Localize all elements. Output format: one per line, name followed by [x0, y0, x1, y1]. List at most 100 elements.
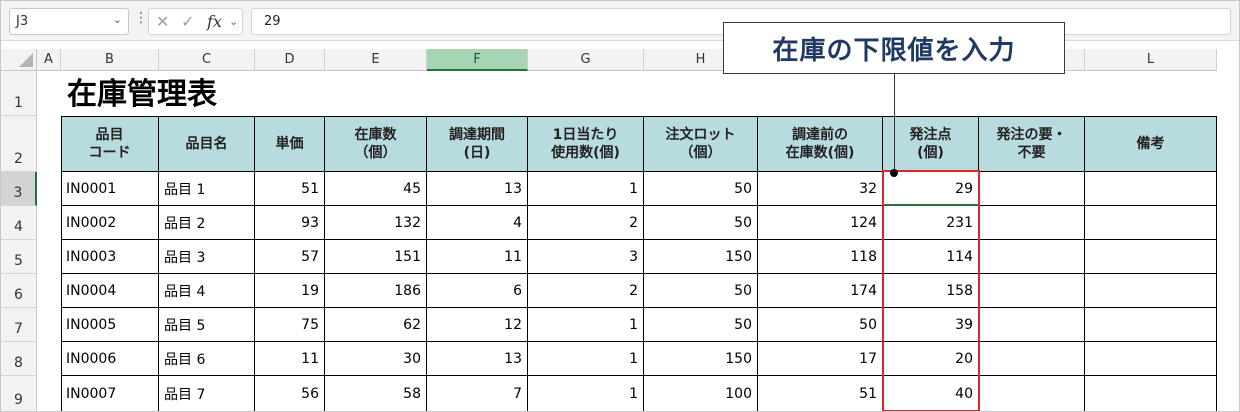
- table-cell[interactable]: 93: [255, 206, 325, 240]
- table-cell[interactable]: 124: [758, 206, 883, 240]
- table-cell[interactable]: 13: [427, 172, 528, 206]
- table-cell[interactable]: 231: [883, 206, 979, 240]
- table-cell[interactable]: 40: [883, 376, 979, 411]
- table-cell[interactable]: 品目 6: [159, 342, 255, 376]
- table-cell[interactable]: 186: [325, 274, 427, 308]
- row-header-1[interactable]: 1: [1, 71, 37, 116]
- table-cell[interactable]: 132: [325, 206, 427, 240]
- insert-function-icon[interactable]: fx: [207, 12, 222, 31]
- table-cell[interactable]: 57: [255, 240, 325, 274]
- table-cell[interactable]: 品目 2: [159, 206, 255, 240]
- table-cell[interactable]: 品目 5: [159, 308, 255, 342]
- table-header-cell[interactable]: 発注の要・ 不要: [979, 116, 1085, 172]
- table-cell[interactable]: 174: [758, 274, 883, 308]
- table-cell[interactable]: 50: [644, 274, 758, 308]
- row-header-9[interactable]: 9: [1, 376, 37, 411]
- table-cell[interactable]: 品目 1: [159, 172, 255, 206]
- table-header-cell[interactable]: 品目名: [159, 116, 255, 172]
- table-header-cell[interactable]: 調達前の 在庫数(個): [758, 116, 883, 172]
- table-cell[interactable]: 100: [644, 376, 758, 411]
- table-header-cell[interactable]: 1日当たり 使用数(個): [528, 116, 644, 172]
- table-cell[interactable]: 1: [528, 172, 644, 206]
- table-header-cell[interactable]: 備考: [1085, 116, 1217, 172]
- table-cell[interactable]: 3: [528, 240, 644, 274]
- table-header-cell[interactable]: 在庫数 （個）: [325, 116, 427, 172]
- table-cell[interactable]: 50: [644, 308, 758, 342]
- table-cell[interactable]: 51: [255, 172, 325, 206]
- row-header-8[interactable]: 8: [1, 342, 37, 376]
- table-cell[interactable]: 品目 4: [159, 274, 255, 308]
- table-header-cell[interactable]: 発注点 (個): [883, 116, 979, 172]
- confirm-icon[interactable]: ✓: [181, 12, 194, 31]
- table-cell[interactable]: 75: [255, 308, 325, 342]
- table-cell[interactable]: 51: [758, 376, 883, 411]
- table-cell[interactable]: 158: [883, 274, 979, 308]
- table-cell[interactable]: 13: [427, 342, 528, 376]
- table-cell[interactable]: 58: [325, 376, 427, 411]
- column-header-c[interactable]: C: [159, 49, 255, 71]
- column-header-e[interactable]: E: [325, 49, 427, 71]
- column-header-g[interactable]: G: [528, 49, 644, 71]
- table-cell[interactable]: 62: [325, 308, 427, 342]
- table-cell[interactable]: 6: [427, 274, 528, 308]
- table-cell[interactable]: 7: [427, 376, 528, 411]
- table-cell[interactable]: [1085, 376, 1217, 411]
- column-header-b[interactable]: B: [61, 49, 159, 71]
- column-header-d[interactable]: D: [255, 49, 325, 71]
- table-cell[interactable]: 2: [528, 206, 644, 240]
- table-cell[interactable]: [979, 240, 1085, 274]
- table-cell[interactable]: [1085, 206, 1217, 240]
- table-cell[interactable]: 45: [325, 172, 427, 206]
- table-cell[interactable]: [979, 342, 1085, 376]
- table-cell[interactable]: 1: [528, 376, 644, 411]
- table-cell[interactable]: 29: [883, 172, 979, 206]
- table-cell[interactable]: 1: [528, 342, 644, 376]
- table-cell[interactable]: [979, 376, 1085, 411]
- table-cell[interactable]: 品目 7: [159, 376, 255, 411]
- table-cell[interactable]: 20: [883, 342, 979, 376]
- table-cell[interactable]: 2: [528, 274, 644, 308]
- table-cell[interactable]: IN0002: [61, 206, 159, 240]
- table-cell[interactable]: 品目 3: [159, 240, 255, 274]
- column-header-l[interactable]: L: [1085, 49, 1217, 71]
- table-cell[interactable]: [1085, 172, 1217, 206]
- row-header-3[interactable]: 3: [1, 172, 37, 206]
- table-cell[interactable]: [979, 172, 1085, 206]
- table-cell[interactable]: IN0006: [61, 342, 159, 376]
- chevron-down-icon[interactable]: ⌄: [113, 13, 122, 26]
- table-cell[interactable]: [1085, 308, 1217, 342]
- table-cell[interactable]: IN0003: [61, 240, 159, 274]
- table-cell[interactable]: 39: [883, 308, 979, 342]
- table-header-cell[interactable]: 単価: [255, 116, 325, 172]
- chevron-down-icon[interactable]: ⌄: [229, 15, 238, 28]
- table-cell[interactable]: 19: [255, 274, 325, 308]
- table-cell[interactable]: 50: [644, 206, 758, 240]
- name-box[interactable]: J3 ⌄: [9, 8, 129, 35]
- row-header-4[interactable]: 4: [1, 206, 37, 240]
- column-header-a[interactable]: A: [37, 49, 61, 71]
- table-cell[interactable]: IN0005: [61, 308, 159, 342]
- cancel-icon[interactable]: ✕: [156, 12, 169, 31]
- row-header-7[interactable]: 7: [1, 308, 37, 342]
- table-cell[interactable]: 32: [758, 172, 883, 206]
- table-cell[interactable]: 11: [427, 240, 528, 274]
- row-header-5[interactable]: 5: [1, 240, 37, 274]
- column-header-f[interactable]: F: [427, 49, 528, 71]
- table-cell[interactable]: 114: [883, 240, 979, 274]
- table-header-cell[interactable]: 注文ロット （個）: [644, 116, 758, 172]
- table-cell[interactable]: 12: [427, 308, 528, 342]
- select-all-button[interactable]: [1, 49, 37, 71]
- table-cell[interactable]: 4: [427, 206, 528, 240]
- table-cell[interactable]: 150: [644, 342, 758, 376]
- table-cell[interactable]: 30: [325, 342, 427, 376]
- table-cell[interactable]: [979, 274, 1085, 308]
- row-header-6[interactable]: 6: [1, 274, 37, 308]
- table-cell[interactable]: IN0007: [61, 376, 159, 411]
- table-cell[interactable]: 56: [255, 376, 325, 411]
- table-cell[interactable]: IN0001: [61, 172, 159, 206]
- table-cell[interactable]: IN0004: [61, 274, 159, 308]
- table-header-cell[interactable]: 品目 コード: [61, 116, 159, 172]
- table-cell[interactable]: [1085, 342, 1217, 376]
- table-cell[interactable]: 118: [758, 240, 883, 274]
- table-cell[interactable]: [979, 206, 1085, 240]
